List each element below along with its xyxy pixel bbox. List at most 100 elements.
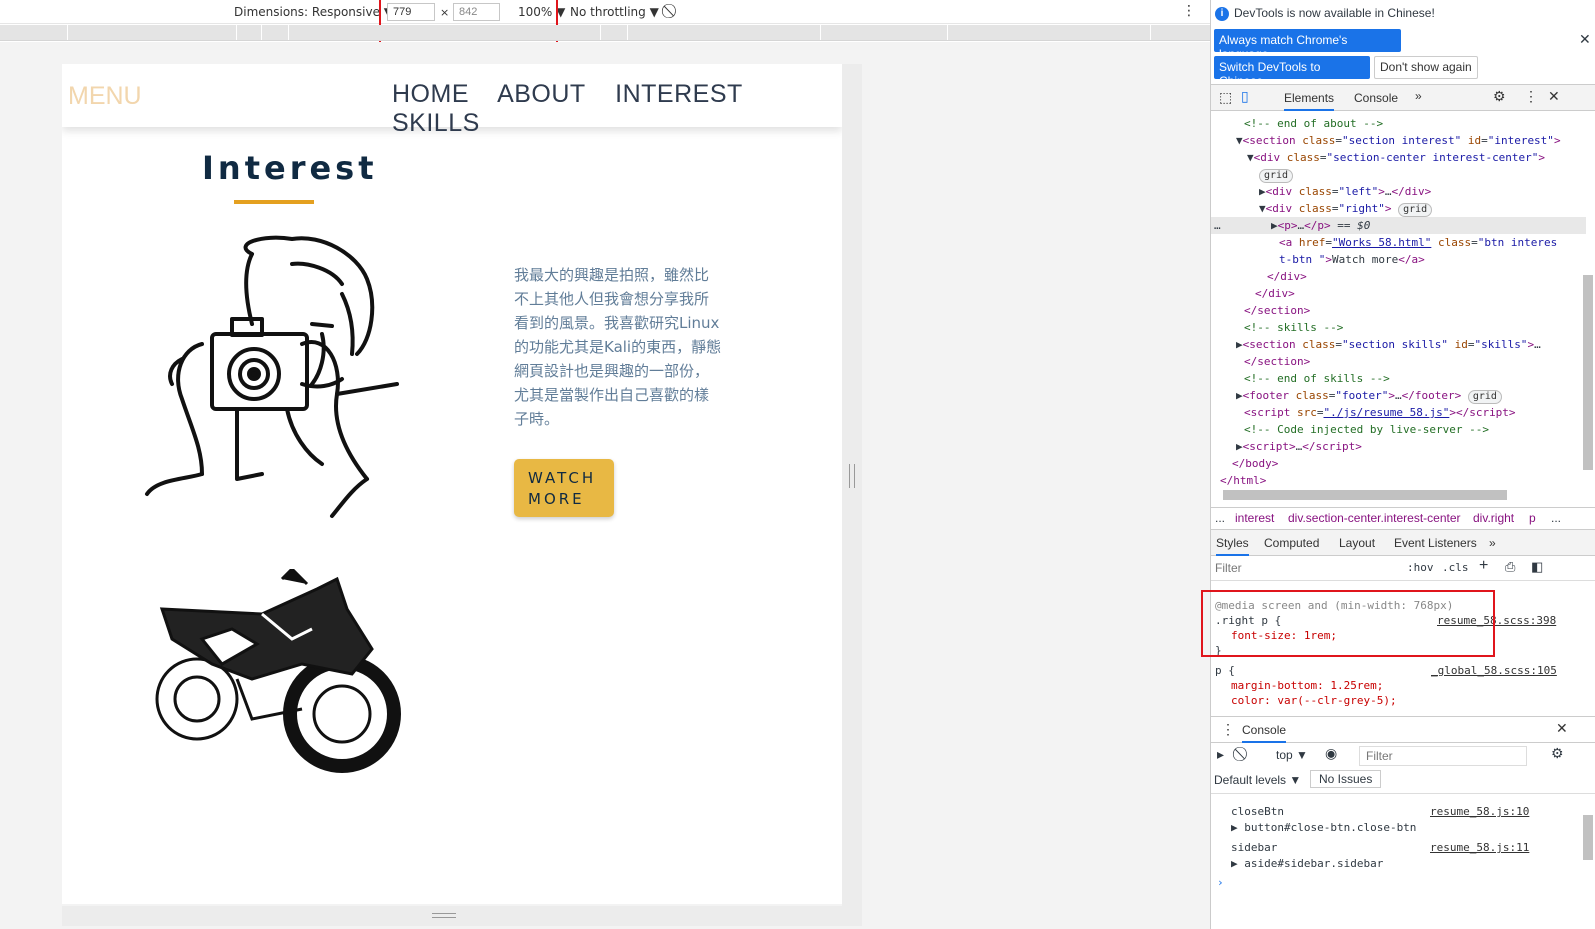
tree-node[interactable]: </body> [1232, 455, 1278, 472]
close-notice-icon[interactable]: ✕ [1579, 31, 1591, 48]
interest-paragraph: 我最大的興趣是拍照，雖然比 不上其他人但我會想分享我所 看到的風景。我喜歡研究L… [514, 263, 739, 431]
more-vert-icon[interactable]: ⋮ [1182, 3, 1196, 19]
tree-node[interactable]: </html> [1220, 472, 1266, 485]
inspect-icon[interactable]: ⬚ [1219, 89, 1232, 106]
console-entry-detail[interactable]: ▶ aside#sidebar.sidebar [1231, 857, 1383, 870]
add-rule-icon[interactable]: + [1479, 557, 1488, 575]
title-underline [234, 200, 314, 204]
sidebar-toggle-icon[interactable]: ◧ [1531, 559, 1543, 575]
resize-handle-right[interactable] [842, 64, 862, 906]
tree-node[interactable]: ▶<script>…</script> [1236, 438, 1362, 455]
tree-node[interactable]: </div> [1267, 268, 1307, 285]
tree-node[interactable]: ▼<div class="right"> grid [1259, 200, 1433, 217]
more-tabs-icon[interactable]: » [1489, 536, 1496, 550]
elements-scrollbar[interactable] [1583, 275, 1593, 470]
rule-source-link[interactable]: _global_58.scss:105 [1431, 663, 1557, 678]
console-prompt[interactable]: › [1217, 876, 1224, 889]
tab-layout[interactable]: Layout [1339, 536, 1375, 550]
elements-hscrollbar[interactable] [1223, 490, 1507, 500]
nav-about[interactable]: ABOUT [497, 80, 586, 108]
console-entry-source[interactable]: resume_58.js:11 [1430, 841, 1529, 854]
crumb-item[interactable]: ... [1215, 511, 1225, 525]
section-title: Interest [202, 149, 378, 187]
console-scrollbar[interactable] [1583, 815, 1593, 860]
device-toolbar: Dimensions: Responsive ▼ × 100% ▼ No thr… [0, 0, 1210, 47]
tab-event-listeners[interactable]: Event Listeners [1394, 536, 1477, 550]
media-query-ruler[interactable] [0, 25, 1210, 41]
tree-node[interactable]: </section> [1244, 302, 1310, 319]
tree-node[interactable]: t-btn ">Watch more</a> [1279, 251, 1425, 268]
paragraph-line: 的功能尤其是Kali的東西，靜態 [514, 338, 722, 356]
devtools-main-tabs: ⬚ ▯ Elements Console » ⚙ ⋮ ✕ [1211, 84, 1595, 111]
dont-show-again-button[interactable]: Don't show again [1374, 56, 1478, 79]
rule-property[interactable]: margin-bottom: 1.25rem; [1231, 678, 1383, 693]
rule-property[interactable]: color: var(--clr-grey-5); [1231, 693, 1397, 708]
styles-filter-input[interactable]: Filter [1215, 561, 1242, 575]
nav-skills[interactable]: SKILLS [392, 109, 480, 137]
always-match-language-button[interactable]: Always match Chrome's language [1214, 29, 1401, 61]
console-filter-input[interactable]: Filter [1359, 746, 1527, 766]
tree-node[interactable]: <!-- skills --> [1244, 319, 1343, 336]
console-entry-detail[interactable]: ▶ button#close-btn.close-btn [1231, 821, 1416, 834]
sidebar-toggle-icon[interactable]: ▸ [1217, 746, 1224, 763]
issues-button[interactable]: No Issues [1310, 770, 1382, 788]
throttling-dropdown[interactable]: No throttling ▼ [570, 5, 659, 19]
tab-styles[interactable]: Styles [1216, 536, 1249, 556]
dimensions-dropdown[interactable]: Dimensions: Responsive ▼ [234, 5, 393, 19]
log-levels-dropdown[interactable]: Default levels ▼ [1214, 773, 1301, 787]
resize-handle-bottom[interactable] [62, 906, 862, 926]
nav-home[interactable]: HOME [392, 80, 469, 108]
hov-toggle[interactable]: :hov [1407, 561, 1434, 574]
tab-console-drawer[interactable]: Console [1242, 723, 1287, 743]
close-devtools-icon[interactable]: ✕ [1548, 88, 1560, 105]
device-toggle-icon[interactable]: ▯ [1241, 88, 1249, 105]
paragraph-line: 子時。 [514, 410, 560, 428]
tree-node[interactable]: </div> [1255, 285, 1295, 302]
tab-elements[interactable]: Elements [1284, 91, 1335, 111]
crumb-item[interactable]: interest [1235, 511, 1274, 525]
tree-node[interactable]: <script src="./js/resume 58.js"></script… [1244, 404, 1516, 421]
watch-more-button[interactable]: WATCH MORE [514, 459, 614, 517]
rule-selector[interactable]: p { [1215, 663, 1235, 678]
crumb-item[interactable]: div.right [1473, 511, 1514, 525]
tab-console[interactable]: Console [1354, 91, 1398, 105]
tree-node[interactable]: ▶<footer class="footer">…</footer> grid [1236, 387, 1502, 404]
tree-node[interactable]: <!-- Code injected by live-server --> [1244, 421, 1489, 438]
emulated-page: MENU HOME ABOUT INTEREST SKILLS Interest [62, 64, 842, 904]
tree-node[interactable]: </section> [1244, 353, 1310, 370]
close-drawer-icon[interactable]: ✕ [1556, 720, 1568, 737]
navbar: MENU HOME ABOUT INTEREST SKILLS [62, 64, 842, 137]
context-dropdown[interactable]: top ▼ [1276, 748, 1308, 762]
cls-toggle[interactable]: .cls [1442, 561, 1469, 574]
tree-node[interactable]: <!-- end of skills --> [1244, 370, 1390, 387]
paragraph-line: 尤其是當製作出自己喜歡的樣 [514, 386, 710, 404]
tree-node[interactable]: ▼<div class="section-center interest-cen… [1247, 149, 1545, 166]
tree-node[interactable]: ▶<section class="section skills" id="ski… [1236, 336, 1541, 353]
breadcrumb: ... interest div.section-center.interest… [1211, 507, 1595, 529]
tree-node[interactable]: <a href="Works 58.html" class="btn inter… [1279, 234, 1557, 251]
tree-node[interactable]: ▶<div class="left">…</div> [1259, 183, 1431, 200]
tab-computed[interactable]: Computed [1264, 536, 1319, 550]
drawer-menu-icon[interactable]: ⋮ [1221, 721, 1235, 738]
more-tabs-icon[interactable]: » [1415, 89, 1422, 103]
tree-node[interactable]: ▼<section class="section interest" id="i… [1236, 132, 1561, 149]
console-entry-source[interactable]: resume_58.js:10 [1430, 805, 1529, 818]
eye-icon[interactable]: ◉ [1325, 745, 1337, 762]
grid-badge[interactable]: grid [1259, 166, 1294, 183]
crumb-item[interactable]: p [1529, 511, 1536, 525]
menu-logo[interactable]: MENU [68, 82, 142, 111]
photographer-illustration [145, 235, 399, 518]
crumb-item[interactable]: ... [1551, 511, 1561, 525]
paragraph-line: 不上其他人但我會想分享我所 [514, 290, 710, 308]
paint-icon[interactable]: ⎙ [1505, 559, 1515, 575]
nav-interest[interactable]: INTEREST [615, 80, 743, 108]
tree-node-selected[interactable]: … ▶<p>…</p> == $0 [1211, 217, 1586, 234]
settings-gear-icon[interactable]: ⚙ [1493, 88, 1506, 105]
crumb-item[interactable]: div.section-center.interest-center [1288, 511, 1461, 525]
nav-links: HOME ABOUT INTEREST SKILLS [392, 80, 842, 138]
switch-to-chinese-button[interactable]: Switch DevTools to Chinese [1214, 56, 1370, 88]
more-vert-icon[interactable]: ⋮ [1524, 88, 1538, 105]
highlight-box-rule [1201, 590, 1495, 657]
console-settings-icon[interactable]: ⚙ [1551, 745, 1564, 762]
tree-node[interactable]: <!-- end of about --> [1244, 115, 1383, 132]
